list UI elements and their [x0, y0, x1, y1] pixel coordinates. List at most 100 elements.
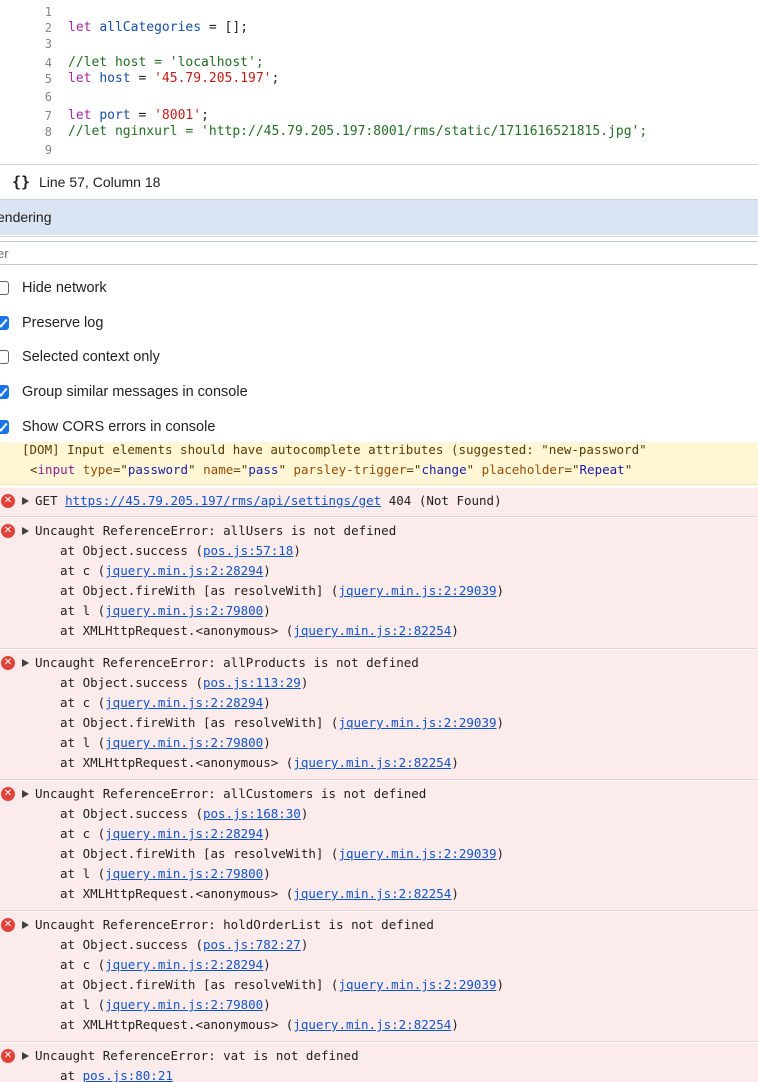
- code-token: '45.79.205.197': [154, 71, 272, 86]
- source-link[interactable]: jquery.min.js:2:82254: [293, 623, 451, 638]
- checkbox[interactable]: [0, 281, 9, 295]
- expand-triangle-icon[interactable]: [22, 1052, 29, 1060]
- code-text: let port = '8001';: [68, 108, 209, 124]
- code-token: = [];: [201, 20, 249, 35]
- console-error: ✕ Uncaught ReferenceError: vat is not def…: [0, 1043, 758, 1082]
- source-link[interactable]: jquery.min.js:2:82254: [293, 886, 451, 901]
- source-link[interactable]: jquery.min.js:2:79800: [105, 603, 263, 618]
- source-link[interactable]: jquery.min.js:2:29039: [338, 977, 496, 992]
- stack-frame: at XMLHttpRequest.<anonymous> (jquery.mi…: [60, 1015, 459, 1035]
- code-text: let host = '45.79.205.197';: [68, 71, 279, 87]
- pretty-print-icon[interactable]: {}: [12, 173, 30, 191]
- setting-label: Group similar messages in console: [22, 384, 248, 400]
- source-link[interactable]: jquery.min.js:2:82254: [293, 1017, 451, 1032]
- expand-triangle-icon[interactable]: [22, 527, 29, 535]
- markup-token: input: [37, 462, 76, 477]
- expand-triangle-icon[interactable]: [22, 790, 29, 798]
- console-filter-input[interactable]: [0, 241, 758, 265]
- line-number: 7: [44, 109, 52, 123]
- stack-frame-text: at XMLHttpRequest.<anonymous> (: [60, 1017, 294, 1032]
- source-editor[interactable]: 1 2 let allCategories = []; 3 4 //let host = …: [0, 0, 758, 163]
- source-link[interactable]: jquery.min.js:2:29039: [338, 846, 496, 861]
- code-token: let: [68, 20, 92, 35]
- setting-hide-network[interactable]: Hide network: [0, 275, 758, 303]
- setting-selected-context-only[interactable]: Selected context only: [0, 344, 758, 372]
- markup-token: password: [127, 462, 189, 477]
- source-link[interactable]: jquery.min.js:2:79800: [105, 866, 263, 881]
- source-link[interactable]: jquery.min.js:2:28294: [105, 957, 263, 972]
- expand-triangle-icon[interactable]: [22, 659, 29, 667]
- source-link[interactable]: jquery.min.js:2:28294: [105, 826, 263, 841]
- checkbox[interactable]: [0, 420, 9, 434]
- stack-frame: at Object.success (pos.js:168:30): [60, 804, 308, 824]
- stack-frame-text: ): [451, 886, 459, 901]
- request-url-link[interactable]: https://45.79.205.197/rms/api/settings/g…: [65, 493, 381, 508]
- drawer-tab-rendering[interactable]: endering: [0, 199, 758, 235]
- checkbox[interactable]: [0, 350, 9, 364]
- console-settings-panel: Hide network Preserve log Selected context…: [0, 270, 758, 442]
- stack-frame: at c (jquery.min.js:2:28294): [60, 561, 271, 581]
- stack-frame-text: ): [263, 997, 271, 1012]
- expand-triangle-icon[interactable]: [22, 497, 29, 505]
- stack-frame: at Object.success (pos.js:57:18): [60, 541, 301, 561]
- code-token: //let host = 'localhost';: [68, 55, 264, 70]
- markup-token: name: [203, 462, 234, 477]
- stack-frame-text: ): [263, 735, 271, 750]
- stack-frame-text: at Object.fireWith [as resolveWith] (: [60, 583, 339, 598]
- setting-group-similar-messages-in-console[interactable]: Group similar messages in console: [0, 379, 758, 407]
- stack-frame: at XMLHttpRequest.<anonymous> (jquery.mi…: [60, 753, 459, 773]
- stack-frame: at XMLHttpRequest.<anonymous> (jquery.mi…: [60, 621, 459, 641]
- markup-token: parsley-trigger: [293, 462, 407, 477]
- stack-frame-text: at Object.fireWith [as resolveWith] (: [60, 977, 339, 992]
- editor-status-bar: {} Line 57, Column 18: [0, 164, 758, 199]
- code-text: let allCategories = [];: [68, 20, 248, 36]
- stack-frame-text: ): [263, 866, 271, 881]
- setting-label: Show CORS errors in console: [22, 419, 216, 435]
- stack-frame: at Object.fireWith [as resolveWith] (jqu…: [60, 975, 504, 995]
- setting-show-cors-errors-in-console[interactable]: Show CORS errors in console: [0, 414, 758, 442]
- source-link[interactable]: jquery.min.js:2:82254: [293, 755, 451, 770]
- stack-frame-text: at c (: [60, 563, 106, 578]
- checkbox[interactable]: [0, 385, 9, 399]
- code-token: ;: [201, 108, 209, 123]
- stack-frame-text: ): [300, 937, 309, 952]
- code-line: 1: [0, 4, 758, 20]
- stack-frame-text: at Object.success (: [60, 543, 203, 558]
- source-link[interactable]: pos.js:57:18: [203, 543, 293, 558]
- source-link[interactable]: jquery.min.js:2:79800: [105, 735, 263, 750]
- expand-triangle-icon[interactable]: [22, 921, 29, 929]
- error-icon: ✕: [1, 787, 15, 801]
- error-icon: ✕: [1, 1049, 15, 1063]
- stack-frame-text: ): [263, 957, 271, 972]
- markup-token: Repeat: [579, 462, 625, 477]
- source-link[interactable]: pos.js:168:30: [203, 806, 301, 821]
- stack-frame-text: ): [300, 675, 309, 690]
- console-error: ✕ Uncaught ReferenceError: allCustomers i…: [0, 781, 758, 911]
- setting-preserve-log[interactable]: Preserve log: [0, 310, 758, 338]
- error-icon: ✕: [1, 524, 15, 538]
- source-link[interactable]: jquery.min.js:2:28294: [105, 563, 263, 578]
- checkbox[interactable]: [0, 316, 9, 330]
- stack-frame: at Object.fireWith [as resolveWith] (jqu…: [60, 844, 504, 864]
- line-number: 3: [44, 37, 52, 51]
- stack-frame-text: ): [263, 563, 271, 578]
- stack-frame-text: ): [496, 715, 505, 730]
- source-link[interactable]: jquery.min.js:2:29039: [338, 715, 496, 730]
- markup-token: <: [30, 462, 38, 477]
- source-link[interactable]: pos.js:782:27: [203, 937, 301, 952]
- warning-element: <input type="password" name="pass" parsl…: [30, 460, 632, 480]
- console-messages: [DOM] Input elements should have autocom…: [0, 442, 758, 1082]
- stack-frame-text: at c (: [60, 826, 106, 841]
- code-token: //let nginxurl = 'http://45.79.205.197:8…: [68, 124, 648, 139]
- error-icon: ✕: [1, 494, 15, 508]
- console-error: ✕ Uncaught ReferenceError: allProducts is…: [0, 650, 758, 780]
- source-link[interactable]: jquery.min.js:2:28294: [105, 695, 263, 710]
- source-link[interactable]: pos.js:113:29: [203, 675, 301, 690]
- stack-frame-text: at Object.fireWith [as resolveWith] (: [60, 846, 339, 861]
- stack-frame: at pos.js:80:21: [60, 1066, 173, 1082]
- source-link[interactable]: pos.js:80:21: [83, 1068, 173, 1082]
- source-link[interactable]: jquery.min.js:2:29039: [338, 583, 496, 598]
- source-link[interactable]: jquery.min.js:2:79800: [105, 997, 263, 1012]
- stack-frame: at Object.success (pos.js:782:27): [60, 935, 308, 955]
- stack-frame: at Object.fireWith [as resolveWith] (jqu…: [60, 581, 504, 601]
